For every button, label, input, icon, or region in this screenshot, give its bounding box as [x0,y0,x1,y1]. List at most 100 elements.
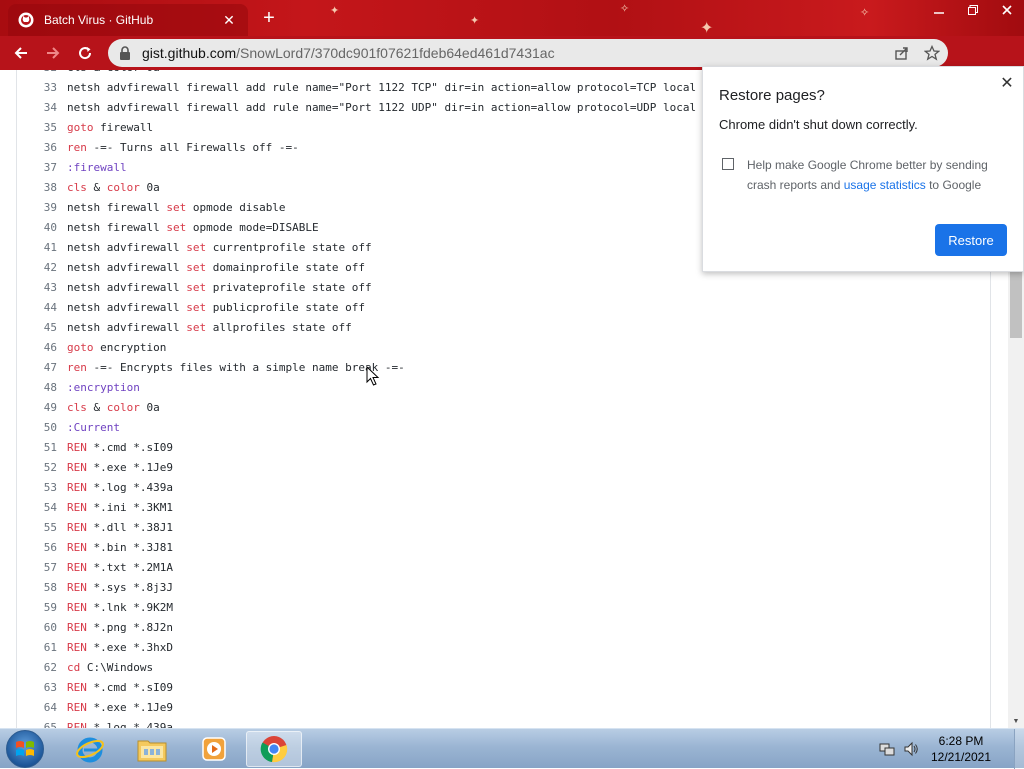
crash-report-checkbox[interactable] [722,158,734,170]
code-keyword: goto [67,120,94,134]
code-line: 48:encryption [17,377,987,397]
address-bar[interactable]: gist.github.com/SnowLord7/370dc901f07621… [108,39,948,67]
tab-close-icon[interactable]: ✕ [220,11,238,29]
code-token: *.exe *.3hxD [86,640,173,654]
file-explorer-icon[interactable] [124,731,180,767]
lock-icon[interactable] [118,45,134,61]
code-token: -=- Encrypts files with a simple name br… [86,360,405,374]
code-keyword: REN [67,640,87,654]
code-token: *.cmd *.sI09 [86,680,173,694]
sparkle-decoration: ✦ [700,20,714,36]
browser-titlebar: ✦ ✦ ✧ ✦ ✧ Batch Virus · GitHub ✕ + [0,0,1024,36]
code-token: netsh advfirewall [67,280,187,294]
dialog-close-icon[interactable]: ✕ [999,75,1015,92]
code-line: 50:Current [17,417,987,437]
browser-toolbar: gist.github.com/SnowLord7/370dc901f07621… [0,36,1024,100]
code-line: 46 goto encryption [17,337,987,357]
line-number[interactable]: 63 [17,681,67,694]
code-text: goto encryption [67,341,166,354]
new-tab-icon[interactable]: + [256,6,282,30]
dialog-message: Chrome didn't shut down correctly. [719,117,918,132]
reload-icon[interactable] [70,38,100,68]
code-line: 59 REN *.lnk *.9K2M [17,597,987,617]
code-line: 54 REN *.ini *.3KM1 [17,497,987,517]
line-number[interactable]: 47 [17,361,67,374]
taskbar-clock[interactable]: 6:28 PM 12/21/2021 [926,733,996,765]
line-number[interactable]: 49 [17,401,67,414]
line-number[interactable]: 59 [17,601,67,614]
line-number[interactable]: 50 [17,421,67,434]
forward-icon[interactable] [38,38,68,68]
code-keyword: color [106,180,140,194]
line-number[interactable]: 44 [17,301,67,314]
line-number[interactable]: 46 [17,341,67,354]
sparkle-decoration: ✧ [860,7,870,19]
line-number[interactable]: 32 [17,70,67,74]
line-number[interactable]: 55 [17,521,67,534]
close-window-icon[interactable] [990,0,1024,20]
share-icon[interactable] [892,43,912,63]
browser-tab-active[interactable]: Batch Virus · GitHub ✕ [8,4,248,36]
code-keyword: REN [67,560,87,574]
code-label: :Current [67,420,120,434]
line-number[interactable]: 57 [17,561,67,574]
usage-statistics-link[interactable]: usage statistics [844,178,926,192]
line-number[interactable]: 45 [17,321,67,334]
code-keyword: set [186,320,207,334]
code-token: *.ini *.3KM1 [86,500,173,514]
network-icon[interactable] [878,740,896,758]
bookmark-star-icon[interactable] [922,43,942,63]
back-icon[interactable] [6,38,36,68]
line-number[interactable]: 52 [17,461,67,474]
line-number[interactable]: 34 [17,101,67,114]
code-text: netsh advfirewall set privateprofile sta… [67,281,372,294]
line-number[interactable]: 65 [17,721,67,729]
line-number[interactable]: 64 [17,701,67,714]
code-text: REN *.cmd *.sI09 [67,441,173,454]
code-text: REN *.cmd *.sI09 [67,681,173,694]
sparkle-decoration: ✦ [330,5,340,17]
line-number[interactable]: 54 [17,501,67,514]
show-desktop-button[interactable] [1014,729,1024,769]
code-line: 52 REN *.exe *.1Je9 [17,457,987,477]
sparkle-decoration: ✧ [620,3,630,15]
code-line: 43 netsh advfirewall set privateprofile s… [17,277,987,297]
line-number[interactable]: 38 [17,181,67,194]
line-number[interactable]: 36 [17,141,67,154]
line-number[interactable]: 53 [17,481,67,494]
line-number[interactable]: 42 [17,261,67,274]
code-token: *.txt *.2M1A [86,560,173,574]
line-number[interactable]: 56 [17,541,67,554]
line-number[interactable]: 43 [17,281,67,294]
line-number[interactable]: 48 [17,381,67,394]
code-keyword: REN [67,580,87,594]
code-token: & [86,180,107,194]
line-number[interactable]: 60 [17,621,67,634]
start-button-windows-icon[interactable] [6,730,44,768]
line-number[interactable]: 62 [17,661,67,674]
code-token: opmode disable [186,200,286,214]
line-number[interactable]: 41 [17,241,67,254]
line-number[interactable]: 58 [17,581,67,594]
line-number[interactable]: 39 [17,201,67,214]
internet-explorer-icon[interactable] [62,731,118,767]
line-number[interactable]: 33 [17,81,67,94]
code-text: REN *.ini *.3KM1 [67,501,173,514]
code-line: 56 REN *.bin *.3J81 [17,537,987,557]
chrome-taskbar-icon[interactable] [246,731,302,767]
line-number[interactable]: 37 [17,161,67,174]
line-number[interactable]: 61 [17,641,67,654]
code-keyword: set [186,240,207,254]
line-number[interactable]: 35 [17,121,67,134]
line-number[interactable]: 51 [17,441,67,454]
code-token: netsh advfirewall [67,320,187,334]
volume-icon[interactable] [902,740,920,758]
scroll-down-arrow-icon[interactable]: ▼ [1008,714,1024,728]
code-keyword: REN [67,700,87,714]
media-player-icon[interactable] [186,731,242,767]
line-number[interactable]: 40 [17,221,67,234]
maximize-icon[interactable] [956,0,990,20]
minimize-icon[interactable] [922,0,956,20]
code-line: 62 cd C:\Windows [17,657,987,677]
restore-button[interactable]: Restore [935,224,1007,256]
